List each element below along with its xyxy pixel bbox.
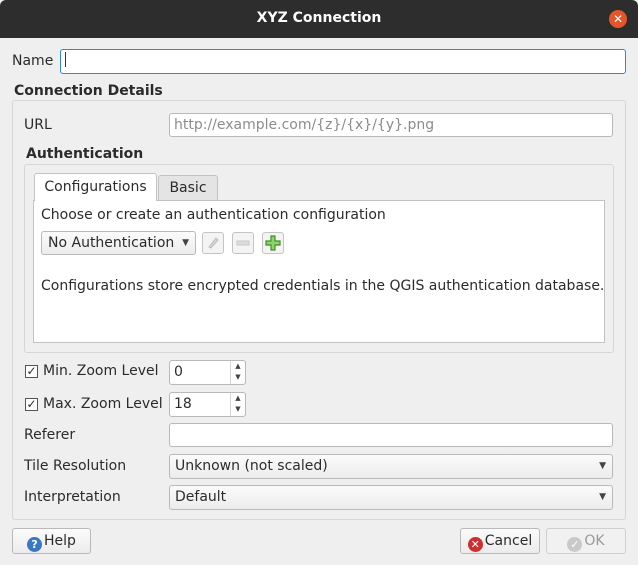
- help-button[interactable]: ? Help: [12, 528, 91, 554]
- min-zoom-value: 0: [174, 364, 183, 380]
- chevron-down-icon: ▼: [599, 492, 606, 502]
- url-label: URL: [24, 117, 52, 133]
- max-zoom-checkbox[interactable]: ✓: [25, 398, 38, 411]
- tile-resolution-label: Tile Resolution: [24, 458, 127, 474]
- interpretation-label: Interpretation: [24, 489, 121, 505]
- add-icon: [265, 235, 281, 251]
- chevron-down-icon: ▼: [599, 461, 606, 471]
- authentication-heading: Authentication: [26, 146, 144, 162]
- close-icon[interactable]: ✕: [609, 10, 627, 28]
- remove-config-button[interactable]: [232, 232, 254, 254]
- name-label: Name: [12, 53, 54, 69]
- interpretation-select[interactable]: Default ▼: [169, 485, 613, 510]
- spin-down-icon[interactable]: ▼: [232, 404, 244, 415]
- connection-details-heading: Connection Details: [14, 83, 163, 99]
- window-title: XYZ Connection: [256, 10, 382, 26]
- auth-config-select[interactable]: No Authentication ▼: [41, 231, 196, 255]
- min-zoom-label: Min. Zoom Level: [43, 363, 159, 379]
- interpretation-value: Default: [175, 489, 227, 505]
- ok-icon: ✓: [567, 537, 583, 552]
- min-zoom-spinbox[interactable]: 0 ▲ ▼: [169, 360, 246, 385]
- ok-button[interactable]: ✓ OK: [546, 528, 626, 554]
- referer-input[interactable]: [169, 423, 613, 447]
- url-placeholder: http://example.com/{z}/{x}/{y}.png: [174, 117, 435, 133]
- tile-resolution-select[interactable]: Unknown (not scaled) ▼: [169, 454, 613, 479]
- auth-note: Configurations store encrypted credentia…: [41, 278, 605, 294]
- help-button-label: Help: [44, 533, 76, 549]
- ok-button-label: OK: [584, 533, 605, 549]
- spin-down-icon[interactable]: ▼: [232, 372, 244, 383]
- edit-icon: [208, 237, 219, 249]
- cancel-button-label: Cancel: [484, 533, 533, 549]
- max-zoom-value: 18: [174, 396, 192, 412]
- auth-config-value: No Authentication: [48, 235, 175, 251]
- max-zoom-label: Max. Zoom Level: [43, 396, 163, 412]
- tab-configurations[interactable]: Configurations: [34, 173, 157, 201]
- title-bar: XYZ Connection ✕: [0, 0, 638, 38]
- max-zoom-spinbox[interactable]: 18 ▲ ▼: [169, 392, 246, 417]
- referer-label: Referer: [24, 427, 76, 443]
- add-config-button[interactable]: [262, 232, 284, 254]
- spin-separator: [230, 393, 231, 416]
- url-input[interactable]: http://example.com/{z}/{x}/{y}.png: [169, 113, 613, 137]
- choose-config-text: Choose or create an authentication confi…: [41, 207, 386, 223]
- spin-up-icon[interactable]: ▲: [232, 361, 244, 372]
- cancel-icon: ✕: [467, 537, 483, 552]
- text-cursor: [65, 52, 66, 67]
- name-input[interactable]: [60, 49, 626, 74]
- edit-config-button[interactable]: [202, 232, 224, 254]
- chevron-down-icon: ▼: [182, 238, 189, 248]
- tile-resolution-value: Unknown (not scaled): [175, 458, 328, 474]
- remove-icon: [236, 240, 250, 246]
- spin-up-icon[interactable]: ▲: [232, 393, 244, 404]
- spin-separator: [230, 361, 231, 384]
- min-zoom-checkbox[interactable]: ✓: [25, 365, 38, 378]
- help-icon: ?: [27, 537, 43, 552]
- cancel-button[interactable]: ✕ Cancel: [460, 528, 540, 554]
- tab-basic[interactable]: Basic: [158, 175, 218, 200]
